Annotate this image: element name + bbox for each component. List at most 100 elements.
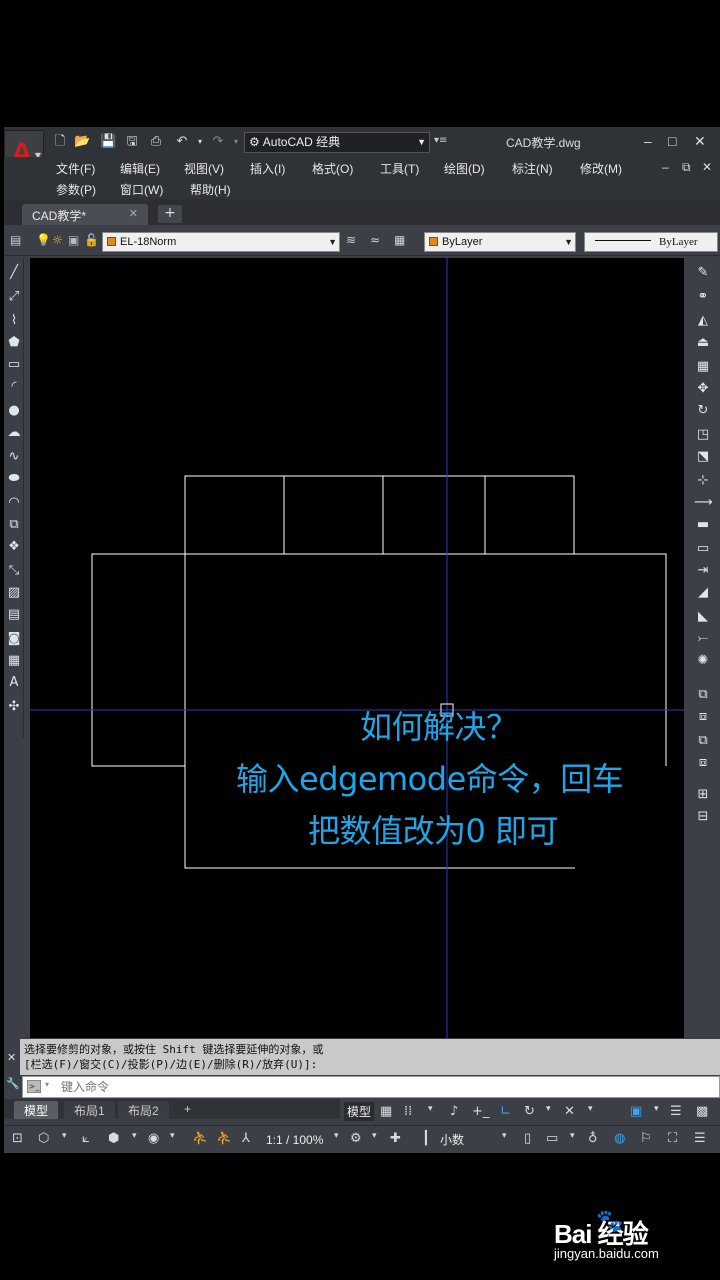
extend-icon[interactable]: ⟶ (694, 494, 713, 512)
3d-object-snap-icon[interactable]: ⬡ (38, 1131, 49, 1146)
copy-icon[interactable]: ⚭ (694, 288, 712, 306)
color-dropdown[interactable]: ByLayer ▼ (424, 232, 576, 252)
lock-ui-icon[interactable]: ▭ (546, 1131, 558, 1146)
workspace-gear-icon[interactable]: ⚙ (350, 1131, 362, 1146)
auto-scale-icon[interactable]: ⛹ (216, 1131, 232, 1146)
add-layout-button[interactable]: + (174, 1101, 202, 1119)
annotation-scale-icon[interactable]: ⅄ (242, 1131, 250, 1146)
draw-order-back-icon[interactable]: ⧈ (694, 708, 712, 726)
close-command-icon[interactable]: ✕ (7, 1051, 16, 1064)
minimize-icon[interactable]: – (644, 133, 652, 149)
snap-icon[interactable]: ⁞⁞ (404, 1104, 412, 1119)
menu-file[interactable]: 文件(F) (56, 160, 95, 177)
doc-restore-icon[interactable]: ⧉ (682, 160, 691, 175)
move-icon[interactable]: ✥ (694, 380, 712, 398)
restore-icon[interactable]: □ (668, 133, 676, 149)
multiline-text-icon[interactable]: A (5, 674, 23, 692)
menu-view[interactable]: 视图(V) (184, 160, 224, 177)
drawing-canvas[interactable]: 如何解决？ 输入edgemode命令，回车 把数值改为0 即可 (30, 258, 684, 1038)
menu-edit[interactable]: 编辑(E) (120, 160, 160, 177)
close-tab-icon[interactable]: ✕ (129, 207, 138, 220)
linetype-dropdown[interactable]: ByLayer (584, 232, 718, 252)
break-at-point-icon[interactable]: ▬ (694, 516, 712, 534)
tab-model[interactable]: 模型 (14, 1101, 59, 1119)
hatch-icon[interactable]: ▨ (5, 584, 23, 602)
redo-icon[interactable]: ↷ (210, 134, 226, 150)
chevron-down-icon[interactable]: ▾ (132, 1131, 137, 1141)
gradient-icon[interactable]: ▤ (5, 606, 23, 624)
close-icon[interactable]: ✕ (694, 133, 706, 150)
layer-lock-icon[interactable]: 🔓 (84, 233, 99, 247)
chevron-down-icon[interactable]: ▾ (546, 1104, 551, 1114)
break-icon[interactable]: ▭ (694, 540, 712, 558)
polyline-icon[interactable]: ⌇ (5, 312, 23, 330)
scale-icon[interactable]: ◳ (694, 426, 712, 444)
point-icon[interactable]: ⤡ (5, 562, 23, 580)
clean-screen-toggle-icon[interactable]: ⚐ (640, 1131, 652, 1146)
chevron-down-icon[interactable]: ▾ (62, 1131, 67, 1141)
menu-draw[interactable]: 绘图(D) (444, 160, 485, 177)
draw-order-front-icon[interactable]: ⧉ (694, 686, 712, 704)
grid-icon[interactable]: ▦ (380, 1104, 392, 1119)
chevron-down-icon[interactable]: ▾ (502, 1131, 507, 1141)
ellipse-arc-icon[interactable]: ◠ (5, 494, 23, 512)
menu-dimension[interactable]: 标注(N) (512, 160, 553, 177)
gizmo-icon[interactable]: ◉ (148, 1131, 159, 1146)
command-input[interactable] (61, 1078, 711, 1096)
units-dropdown[interactable]: 小数 (440, 1131, 464, 1148)
hardware-acceleration-icon[interactable]: ◍ (614, 1131, 625, 1146)
hatch-back-icon[interactable]: ⊟ (694, 808, 712, 826)
layer-on-icon[interactable]: 💡 (36, 233, 51, 247)
array-icon[interactable]: ▦ (694, 358, 712, 376)
add-selected-icon[interactable]: ✣ (5, 698, 23, 716)
chevron-down-icon[interactable]: ▾ (654, 1104, 659, 1114)
ellipse-icon[interactable]: ⬬ (5, 470, 23, 488)
layer-previous-icon[interactable]: ≈ (370, 233, 380, 247)
workspace-switcher[interactable]: ⚙ AutoCAD 经典 ▼ (244, 132, 430, 153)
polygon-icon[interactable]: ⬟ (5, 334, 23, 352)
undo-icon[interactable]: ↶ (174, 134, 190, 150)
rectangle-icon[interactable]: ▭ (5, 356, 23, 374)
object-snap-icon[interactable]: ▣ (630, 1104, 642, 1119)
spline-icon[interactable]: ∿ (5, 448, 23, 466)
annotation-scale-value[interactable]: 1:1 / 100% (266, 1133, 323, 1147)
layer-viewport-icon[interactable]: ▣ (68, 233, 79, 247)
send-under-icon[interactable]: ⧈ (694, 754, 712, 772)
arc-icon[interactable]: ◜ (5, 378, 23, 396)
polar-tracking-icon[interactable]: ↻ (524, 1104, 535, 1119)
revision-cloud-icon[interactable]: ☁ (5, 424, 23, 442)
model-space-button[interactable]: 模型 (344, 1102, 375, 1121)
stretch-icon[interactable]: ⬔ (694, 448, 712, 466)
tab-layout2[interactable]: 布局2 (118, 1101, 169, 1119)
open-file-icon[interactable]: 📂 (74, 134, 90, 150)
customization-menu-icon[interactable]: ☰ (694, 1131, 706, 1146)
doc-minimize-icon[interactable]: – (662, 160, 669, 174)
save-as-icon[interactable]: 🖫 (124, 134, 140, 150)
tab-layout1[interactable]: 布局1 (64, 1101, 115, 1119)
make-current-layer-icon[interactable]: ≋ (346, 233, 356, 247)
ortho-icon[interactable]: ∟ (500, 1104, 511, 1119)
dynamic-input-icon[interactable]: +_ (472, 1104, 489, 1119)
doc-close-icon[interactable]: ✕ (702, 160, 712, 174)
isodraft-icon[interactable]: ✕ (564, 1104, 575, 1119)
menu-help[interactable]: 帮助(H) (190, 181, 231, 198)
chevron-down-icon[interactable]: ▾ (428, 1104, 433, 1114)
wrench-icon[interactable]: 🔧 (6, 1077, 20, 1090)
quick-properties-icon[interactable]: ▯ (524, 1131, 531, 1146)
new-tab-button[interactable]: + (158, 205, 182, 223)
isolate-objects-icon[interactable]: ♁ (588, 1131, 598, 1146)
fillet-icon[interactable]: ◣ (694, 608, 712, 626)
insert-block-icon[interactable]: ⧉ (5, 516, 23, 534)
menu-window[interactable]: 窗口(W) (120, 181, 163, 198)
offset-icon[interactable]: ⏏ (694, 334, 712, 352)
selection-filter-icon[interactable]: ⬢ (108, 1131, 119, 1146)
redo-dropdown-icon[interactable]: ▾ (228, 134, 244, 150)
layer-dropdown[interactable]: EL-18Norm ▼ (102, 232, 340, 252)
layer-properties-icon[interactable]: ▤ (10, 233, 21, 247)
new-file-icon[interactable]: 🗋 (52, 134, 68, 150)
layer-freeze-icon[interactable]: ☼ (52, 233, 63, 247)
file-tab[interactable]: CAD教学* ✕ (22, 204, 148, 225)
rotate-icon[interactable]: ↻ (694, 402, 712, 420)
construction-line-icon[interactable]: ⤢ (5, 288, 23, 306)
text-front-icon[interactable]: ⊞ (694, 786, 712, 804)
